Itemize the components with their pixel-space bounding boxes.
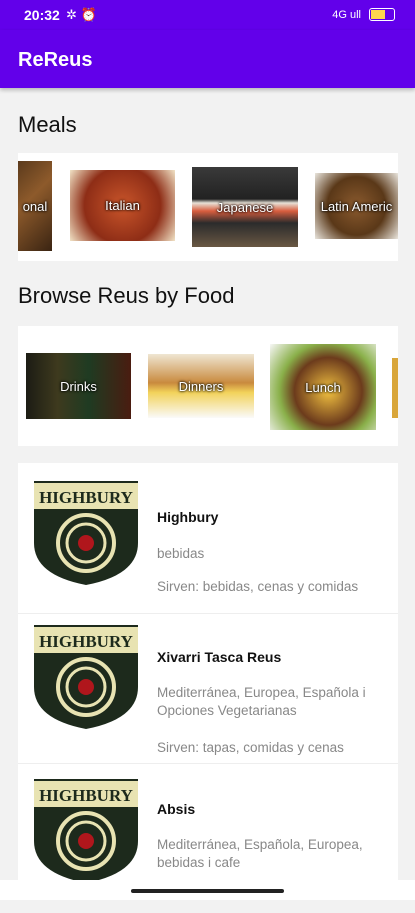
meals-carousel[interactable]: onal Italian Japanese Latin Americ — [18, 153, 398, 261]
app-title: ReReus — [18, 49, 93, 71]
restaurant-name: Highbury — [157, 509, 219, 525]
food-label: Drinks — [60, 378, 97, 394]
restaurant-serves: Sirven: tapas, comidas y cenas — [157, 740, 344, 755]
browse-carousel[interactable]: Drinks Dinners Lunch — [18, 326, 398, 446]
food-label: Lunch — [305, 379, 341, 395]
meal-label: onal — [22, 198, 48, 214]
app-bar: ReReus — [0, 30, 415, 88]
meal-thumb-latin-american[interactable]: Latin Americ — [315, 173, 398, 239]
logo-text: HIGHBURY — [39, 488, 133, 507]
navigation-bar — [0, 880, 415, 900]
status-bar: 20:32 ✲ ⏰ 4G ull — [0, 0, 415, 30]
home-gesture-handle[interactable] — [131, 889, 284, 893]
restaurant-logo-icon: HIGHBURY — [34, 625, 138, 729]
meal-thumb-japanese[interactable]: Japanese — [192, 167, 298, 247]
restaurant-item[interactable]: HIGHBURY Highbury bebidas Sirven: bebida… — [18, 463, 398, 614]
food-thumb-lunch[interactable]: Lunch — [270, 344, 376, 430]
status-time: 20:32 — [24, 7, 60, 23]
meal-thumb-regional[interactable]: onal — [18, 161, 52, 251]
restaurant-logo-icon: HIGHBURY — [34, 779, 138, 883]
food-thumb-dinners[interactable]: Dinners — [148, 354, 254, 418]
food-thumb-drinks[interactable]: Drinks — [26, 353, 131, 419]
meal-label: Latin Americ — [320, 198, 393, 214]
meals-title: Meals — [18, 112, 77, 137]
signal-icon: 4G ull — [332, 8, 361, 21]
meal-label: Italian — [105, 198, 140, 213]
notification-icons: ✲ ⏰ — [66, 7, 97, 22]
restaurant-category: bebidas — [157, 546, 205, 561]
restaurant-name: Absis — [157, 801, 196, 817]
food-thumb-next[interactable] — [392, 358, 398, 418]
browse-title: Browse Reus by Food — [18, 283, 235, 308]
restaurant-list: HIGHBURY Highbury bebidas Sirven: bebida… — [18, 463, 398, 883]
restaurant-name: Xivarri Tasca Reus — [157, 649, 282, 665]
battery-icon — [369, 8, 395, 21]
restaurant-serves: Sirven: bebidas, cenas y comidas — [157, 579, 359, 594]
restaurant-category: Mediterránea, Europea, Española i Opcion… — [157, 685, 366, 718]
restaurant-logo-icon: HIGHBURY — [34, 481, 138, 585]
logo-text: HIGHBURY — [39, 786, 133, 805]
restaurant-category: Mediterránea, Española, Europea, bebidas… — [157, 837, 363, 870]
restaurant-item[interactable]: HIGHBURY Xivarri Tasca Reus Mediterránea… — [18, 613, 398, 764]
meal-label: Japanese — [216, 199, 274, 215]
meal-thumb-italian[interactable]: Italian — [70, 170, 175, 241]
food-label: Dinners — [178, 378, 224, 394]
logo-text: HIGHBURY — [39, 632, 133, 651]
status-right: 4G ull — [332, 8, 395, 21]
